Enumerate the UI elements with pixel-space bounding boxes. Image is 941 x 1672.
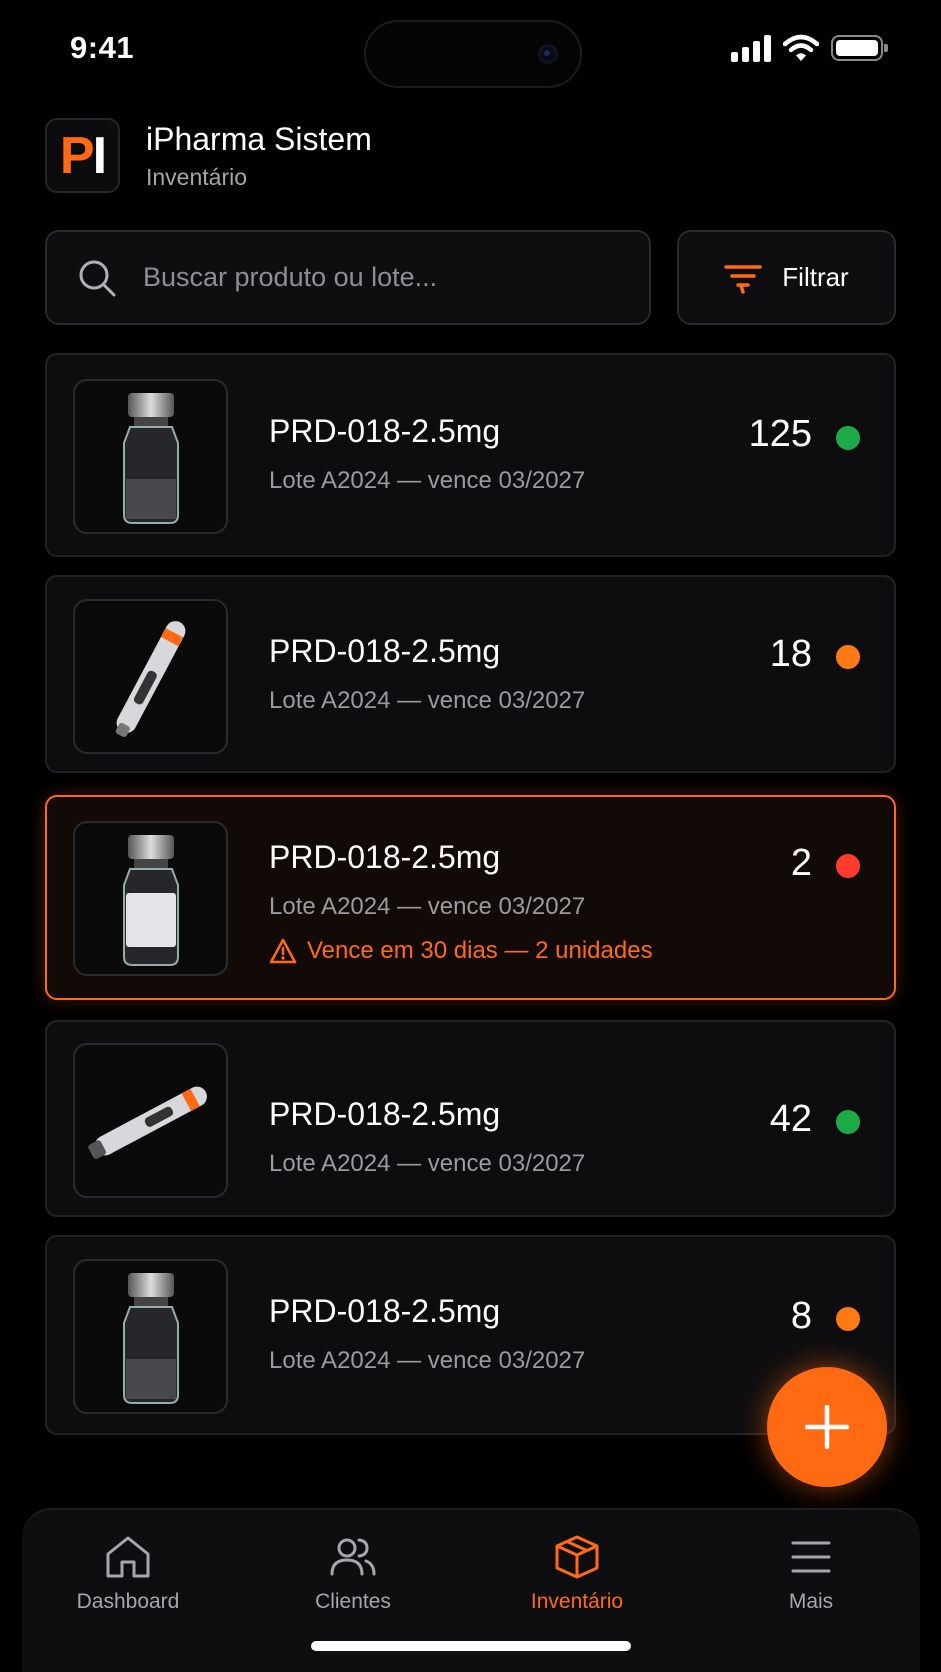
product-card[interactable]: PRD-018-2.5mg Lote A2024 — vence 03/2027… [45, 1235, 896, 1435]
product-thumbnail [73, 821, 228, 976]
product-quantity: 42 [769, 1098, 812, 1140]
product-thumbnail [73, 1259, 228, 1414]
dynamic-island [364, 20, 582, 88]
nav-mais[interactable]: Mais [711, 1534, 911, 1614]
product-card[interactable]: PRD-018-2.5mg Lote A2024 — vence 03/2027… [45, 575, 896, 773]
product-name: PRD-018-2.5mg [269, 633, 501, 669]
product-thumbnail [73, 379, 228, 534]
nav-clientes[interactable]: Clientes [253, 1534, 453, 1614]
product-name: PRD-018-2.5mg [269, 1293, 501, 1329]
app-title: iPharma Sistem [146, 120, 372, 157]
expiry-alert: Vence em 30 dias — 2 unidades [269, 937, 653, 965]
app-logo: PI [45, 118, 120, 193]
users-icon [330, 1538, 376, 1576]
home-icon [106, 1536, 150, 1578]
search-input[interactable] [143, 262, 583, 293]
home-indicator [311, 1641, 631, 1651]
box-icon [555, 1535, 599, 1579]
product-lot: Lote A2024 — vence 03/2027 [269, 687, 586, 714]
menu-icon [791, 1541, 831, 1573]
product-thumbnail [73, 1043, 228, 1198]
add-product-button[interactable] [767, 1367, 887, 1487]
product-lot: Lote A2024 — vence 03/2027 [269, 1150, 586, 1177]
plus-icon [805, 1405, 849, 1449]
camera-icon [538, 44, 558, 64]
nav-label: Mais [788, 1590, 834, 1613]
cellular-signal-icon [731, 34, 771, 62]
product-quantity: 2 [790, 842, 812, 884]
wifi-icon [783, 34, 819, 61]
search-icon [79, 260, 116, 296]
product-name: PRD-018-2.5mg [269, 1096, 501, 1132]
vial-clear-icon [122, 392, 179, 524]
pen-injector-icon [115, 620, 185, 737]
expiry-alert-text: Vence em 30 dias — 2 unidades [307, 937, 653, 964]
pen-injector-icon [87, 1086, 207, 1159]
product-card[interactable]: PRD-018-2.5mg Lote A2024 — vence 03/2027… [45, 1020, 896, 1217]
filter-icon [724, 264, 763, 294]
logo-letter-p: P [59, 126, 95, 185]
product-lot: Lote A2024 — vence 03/2027 [269, 467, 586, 494]
status-icons [731, 34, 888, 62]
stock-status-dot [836, 645, 860, 669]
page-subtitle: Inventário [146, 163, 248, 190]
logo-letter-i: I [92, 126, 108, 185]
stock-status-dot [836, 1307, 860, 1331]
product-card[interactable]: PRD-018-2.5mg Lote A2024 — vence 03/2027… [45, 353, 896, 557]
stock-status-dot [836, 426, 860, 450]
product-lot: Lote A2024 — vence 03/2027 [269, 893, 586, 920]
nav-dashboard[interactable]: Dashboard [28, 1534, 228, 1614]
status-time: 9:41 [70, 30, 135, 65]
battery-icon [831, 35, 888, 61]
product-name: PRD-018-2.5mg [269, 413, 501, 449]
product-lot: Lote A2024 — vence 03/2027 [269, 1347, 586, 1374]
nav-label: Clientes [315, 1590, 391, 1613]
product-name: PRD-018-2.5mg [269, 839, 501, 875]
product-card-alert[interactable]: PRD-018-2.5mg Lote A2024 — vence 03/2027… [45, 795, 896, 1000]
stock-status-dot [836, 1110, 860, 1134]
nav-inventario[interactable]: Inventário [477, 1534, 677, 1614]
app-header: PI iPharma Sistem Inventário [45, 118, 372, 193]
vial-clear-icon [122, 1272, 179, 1404]
filter-button[interactable]: Filtrar [677, 230, 896, 325]
product-quantity: 8 [790, 1295, 812, 1337]
nav-label: Dashboard [76, 1590, 180, 1613]
status-bar: 9:41 [0, 0, 941, 100]
nav-label: Inventário [530, 1590, 624, 1613]
warning-icon [269, 938, 297, 964]
filter-label: Filtrar [782, 262, 849, 292]
product-thumbnail [73, 599, 228, 754]
vial-labeled-icon [122, 834, 179, 966]
search-box[interactable] [45, 230, 651, 325]
product-quantity: 18 [769, 633, 812, 675]
product-quantity: 125 [748, 413, 812, 455]
stock-status-dot [836, 854, 860, 878]
